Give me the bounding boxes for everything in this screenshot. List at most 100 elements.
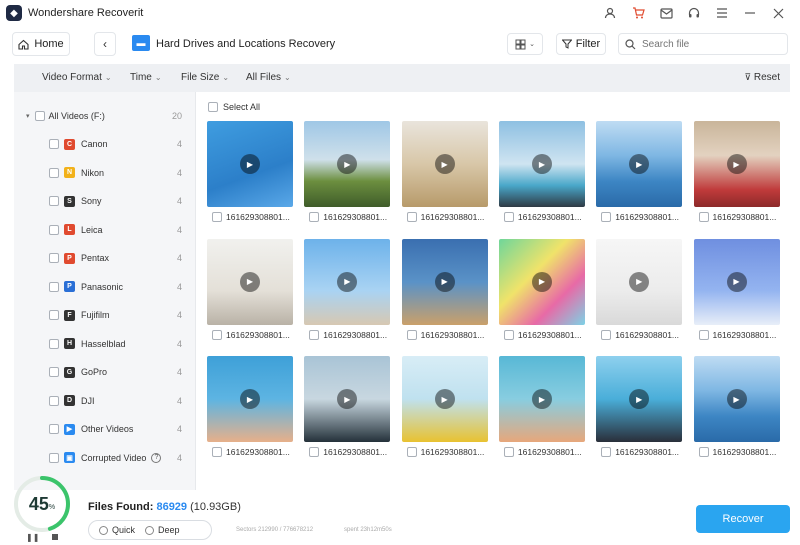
file-card[interactable]: ▶ 161629308801... bbox=[596, 121, 683, 227]
video-thumbnail[interactable]: ▶ bbox=[596, 121, 683, 207]
play-icon[interactable]: ▶ bbox=[337, 154, 358, 174]
file-checkbox[interactable] bbox=[698, 329, 709, 340]
time-dropdown[interactable]: Time ⌄ bbox=[130, 72, 162, 83]
sidebar-item-gopro[interactable]: G GoPro 4 bbox=[14, 362, 196, 382]
play-icon[interactable]: ▶ bbox=[531, 389, 552, 409]
play-icon[interactable]: ▶ bbox=[726, 389, 747, 409]
file-card[interactable]: ▶ 161629308801... bbox=[207, 238, 293, 345]
video-thumbnail[interactable]: ▶ bbox=[498, 238, 585, 325]
all-files-dropdown[interactable]: All Files ⌄ bbox=[246, 72, 291, 83]
file-checkbox[interactable] bbox=[503, 329, 514, 340]
close-icon[interactable] bbox=[764, 4, 792, 22]
file-checkbox[interactable] bbox=[406, 447, 417, 457]
help-icon[interactable]: ? bbox=[151, 452, 162, 463]
checkbox[interactable] bbox=[49, 395, 59, 406]
account-icon[interactable] bbox=[596, 4, 624, 22]
file-card[interactable]: ▶ 161629308801... bbox=[498, 356, 585, 462]
file-checkbox[interactable] bbox=[406, 212, 417, 222]
play-icon[interactable]: ▶ bbox=[726, 271, 747, 292]
sidebar-item-canon[interactable]: C Canon 4 bbox=[14, 134, 196, 154]
view-mode-button[interactable]: ⌄ bbox=[507, 33, 543, 55]
home-button[interactable]: Home bbox=[12, 32, 70, 56]
stop-icon[interactable] bbox=[52, 534, 58, 540]
sidebar-item-other-videos[interactable]: ▶ Other Videos 4 bbox=[14, 419, 196, 439]
file-card[interactable]: ▶ 161629308801... bbox=[498, 238, 585, 345]
file-card[interactable]: ▶ 161629308801... bbox=[693, 121, 780, 227]
video-thumbnail[interactable]: ▶ bbox=[596, 238, 683, 325]
file-checkbox[interactable] bbox=[309, 329, 320, 340]
file-card[interactable]: ▶ 161629308801... bbox=[304, 121, 391, 227]
recover-button[interactable]: Recover bbox=[696, 505, 790, 533]
video-thumbnail[interactable]: ▶ bbox=[304, 356, 391, 442]
checkbox[interactable] bbox=[49, 452, 59, 463]
checkbox[interactable] bbox=[49, 424, 59, 434]
play-icon[interactable]: ▶ bbox=[629, 389, 650, 409]
video-thumbnail[interactable]: ▶ bbox=[304, 238, 391, 325]
search-input[interactable] bbox=[642, 38, 772, 50]
file-card[interactable]: ▶ 161629308801... bbox=[596, 356, 683, 462]
file-card[interactable]: ▶ 161629308801... bbox=[693, 238, 780, 345]
sidebar-item-all-videos[interactable]: ▾ All Videos (F:) 20 bbox=[14, 106, 196, 126]
file-card[interactable]: ▶ 161629308801... bbox=[498, 121, 585, 227]
file-checkbox[interactable] bbox=[503, 212, 514, 222]
file-card[interactable]: ▶ 161629308801... bbox=[304, 356, 391, 462]
back-button[interactable]: ‹ bbox=[94, 32, 116, 56]
play-icon[interactable]: ▶ bbox=[726, 154, 747, 174]
filter-button[interactable]: Filter bbox=[556, 33, 606, 55]
video-thumbnail[interactable]: ▶ bbox=[596, 356, 683, 442]
play-icon[interactable]: ▶ bbox=[434, 154, 455, 174]
file-card[interactable]: ▶ 161629308801... bbox=[596, 238, 683, 345]
sidebar-item-panasonic[interactable]: P Panasonic 4 bbox=[14, 277, 196, 297]
sidebar-item-pentax[interactable]: P Pentax 4 bbox=[14, 248, 196, 268]
file-checkbox[interactable] bbox=[212, 447, 222, 457]
file-checkbox[interactable] bbox=[601, 447, 612, 457]
file-card[interactable]: ▶ 161629308801... bbox=[693, 356, 780, 462]
quick-scan-option[interactable]: Quick bbox=[99, 525, 135, 535]
video-thumbnail[interactable]: ▶ bbox=[498, 356, 585, 442]
file-card[interactable]: ▶ 161629308801... bbox=[304, 238, 391, 345]
file-checkbox[interactable] bbox=[309, 212, 320, 222]
mail-icon[interactable] bbox=[652, 4, 680, 22]
play-icon[interactable]: ▶ bbox=[434, 389, 455, 409]
play-icon[interactable]: ▶ bbox=[337, 389, 358, 409]
file-checkbox[interactable] bbox=[406, 329, 417, 340]
video-thumbnail[interactable]: ▶ bbox=[693, 121, 780, 207]
file-card[interactable]: ▶ 161629308801... bbox=[401, 356, 488, 462]
checkbox[interactable] bbox=[49, 167, 59, 178]
video-thumbnail[interactable]: ▶ bbox=[207, 121, 293, 207]
file-checkbox[interactable] bbox=[309, 447, 320, 457]
file-checkbox[interactable] bbox=[698, 447, 709, 457]
play-icon[interactable]: ▶ bbox=[337, 271, 358, 292]
cart-icon[interactable] bbox=[624, 4, 652, 22]
play-icon[interactable]: ▶ bbox=[531, 154, 552, 174]
checkbox[interactable] bbox=[49, 139, 59, 149]
sidebar-item-dji[interactable]: D DJI 4 bbox=[14, 391, 196, 411]
sidebar-item-nikon[interactable]: N Nikon 4 bbox=[14, 163, 196, 183]
sidebar-item-fujifilm[interactable]: F Fujifilm 4 bbox=[14, 305, 196, 325]
video-thumbnail[interactable]: ▶ bbox=[401, 238, 488, 325]
file-checkbox[interactable] bbox=[698, 212, 709, 222]
video-thumbnail[interactable]: ▶ bbox=[401, 121, 488, 207]
checkbox[interactable] bbox=[34, 111, 45, 121]
video-thumbnail[interactable]: ▶ bbox=[498, 121, 585, 207]
play-icon[interactable]: ▶ bbox=[240, 271, 260, 292]
play-icon[interactable]: ▶ bbox=[434, 271, 455, 292]
video-thumbnail[interactable]: ▶ bbox=[207, 356, 293, 442]
play-icon[interactable]: ▶ bbox=[240, 154, 260, 174]
file-card[interactable]: ▶ 161629308801... bbox=[207, 356, 293, 462]
file-checkbox[interactable] bbox=[503, 447, 514, 457]
deep-scan-option[interactable]: Deep bbox=[145, 525, 180, 535]
minimize-icon[interactable] bbox=[736, 4, 764, 22]
sidebar-item-sony[interactable]: S Sony 4 bbox=[14, 191, 196, 211]
video-thumbnail[interactable]: ▶ bbox=[693, 356, 780, 442]
file-checkbox[interactable] bbox=[212, 329, 222, 340]
file-size-dropdown[interactable]: File Size ⌄ bbox=[181, 72, 229, 83]
play-icon[interactable]: ▶ bbox=[240, 389, 260, 409]
file-card[interactable]: ▶ 161629308801... bbox=[207, 121, 293, 227]
checkbox[interactable] bbox=[49, 224, 59, 235]
search-box[interactable] bbox=[618, 33, 788, 55]
sidebar-item-hasselblad[interactable]: H Hasselblad 4 bbox=[14, 334, 196, 354]
checkbox[interactable] bbox=[49, 310, 59, 320]
play-icon[interactable]: ▶ bbox=[629, 271, 650, 292]
sidebar-item-corrupted-video[interactable]: ▣ Corrupted Video? 4 bbox=[14, 448, 196, 468]
